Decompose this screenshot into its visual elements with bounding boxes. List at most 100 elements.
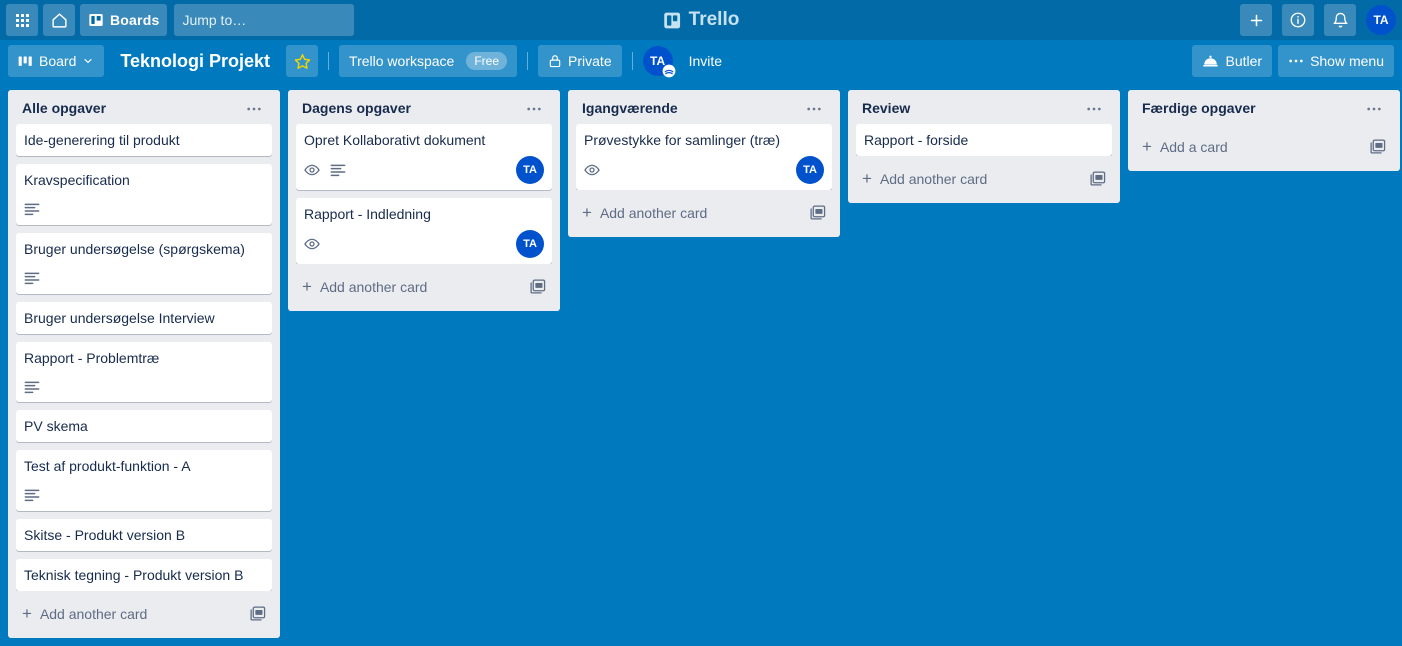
lock-icon	[549, 55, 561, 68]
bell-icon	[1332, 12, 1348, 27]
board-member-avatar[interactable]: TA	[642, 46, 676, 78]
card-title: Skitse - Produkt version B	[24, 527, 186, 543]
board-card[interactable]: Kravspecification	[16, 164, 272, 225]
workspace-button[interactable]: Trello workspace Free	[339, 45, 518, 77]
boards-button[interactable]: Boards	[80, 4, 168, 36]
card-member-avatar[interactable]: TA	[516, 156, 544, 184]
list-header: Dagens opgaver	[296, 98, 552, 124]
board-list: Alle opgaver Ide-generering til produkt …	[8, 90, 280, 638]
card-template-icon[interactable]	[1369, 138, 1386, 155]
card-template-icon[interactable]	[529, 278, 546, 295]
page-title[interactable]: Teknologi Projekt	[110, 45, 280, 77]
boards-label: Boards	[110, 12, 160, 28]
card-member-avatar[interactable]: TA	[796, 156, 824, 184]
add-card-label: Add another card	[319, 278, 428, 295]
show-menu-button[interactable]: Show menu	[1278, 45, 1394, 77]
list-title[interactable]: Dagens opgaver	[302, 100, 522, 116]
add-card-label: Add another card	[39, 605, 148, 622]
board-card[interactable]: Rapport - Indledning TA	[296, 198, 552, 264]
add-card-button[interactable]: + Add another card	[16, 597, 272, 630]
list-menu-button[interactable]	[802, 103, 826, 113]
card-template-icon[interactable]	[249, 605, 266, 622]
ellipsis-icon	[247, 107, 261, 111]
visibility-button[interactable]: Private	[538, 45, 622, 77]
list-header: Review	[856, 98, 1112, 124]
info-button[interactable]	[1282, 4, 1314, 36]
board-header-actions: Butler Show menu	[1192, 45, 1394, 77]
info-circle-icon	[1290, 12, 1306, 28]
header-divider-2	[527, 52, 529, 70]
board-card[interactable]: PV skema	[16, 410, 272, 443]
ellipsis-icon	[527, 107, 541, 111]
home-button[interactable]	[43, 4, 75, 36]
list-menu-button[interactable]	[242, 103, 266, 113]
board-card[interactable]: Bruger undersøgelse Interview	[16, 301, 272, 334]
card-badges: TA	[304, 156, 544, 184]
show-menu-label: Show menu	[1310, 53, 1384, 69]
add-card-label: Add another card	[599, 204, 708, 221]
card-title: Rapport - forside	[864, 132, 969, 148]
board-card[interactable]: Skitse - Produkt version B	[16, 519, 272, 551]
add-card-button[interactable]: + Add a card	[1136, 130, 1392, 163]
add-card-button[interactable]: + Add another card	[296, 270, 552, 303]
list-menu-button[interactable]	[1362, 103, 1386, 113]
board-lists-canvas: Alle opgaver Ide-generering til produkt …	[0, 82, 1402, 646]
board-header-bar: Board Teknologi Projekt Trello workspace…	[0, 40, 1402, 82]
card-template-icon[interactable]	[809, 204, 826, 221]
list-menu-button[interactable]	[522, 103, 546, 113]
apps-grid-icon[interactable]	[6, 4, 38, 36]
search-input[interactable]	[182, 12, 364, 28]
board-list: Review Rapport - forside + Add another c…	[848, 90, 1120, 203]
card-badges	[24, 374, 264, 400]
card-badges: TA	[584, 156, 824, 184]
visibility-label: Private	[568, 53, 612, 69]
description-icon	[24, 488, 40, 502]
add-card-button[interactable]: + Add another card	[576, 196, 832, 229]
list-cards: Ide-generering til produkt Kravspecifica…	[16, 124, 272, 591]
notifications-button[interactable]	[1324, 4, 1356, 36]
plus-icon: +	[22, 603, 32, 623]
description-icon	[24, 271, 40, 285]
board-icon	[89, 14, 103, 26]
plan-badge: Free	[466, 52, 508, 70]
list-title[interactable]: Færdige opgaver	[1142, 100, 1362, 116]
add-button[interactable]	[1240, 4, 1272, 36]
star-board-button[interactable]	[286, 45, 319, 77]
list-title[interactable]: Igangværende	[582, 100, 802, 116]
board-card[interactable]: Test af produkt-funktion - A	[16, 450, 272, 511]
top-navigation-bar: Boards Trello	[0, 0, 1402, 40]
board-card[interactable]: Ide-generering til produkt	[16, 124, 272, 156]
butler-button[interactable]: Butler	[1192, 45, 1273, 77]
board-card[interactable]: Opret Kollaborativt dokument TA	[296, 124, 552, 190]
list-title[interactable]: Review	[862, 100, 1082, 116]
card-title: Test af produkt-funktion - A	[24, 458, 191, 475]
trello-brand-logo[interactable]: Trello	[663, 9, 739, 31]
star-icon	[294, 53, 310, 69]
add-card-label: Add another card	[879, 170, 988, 187]
avatar-badge-icon	[662, 64, 676, 78]
board-card[interactable]: Prøvestykke for samlinger (træ) TA	[576, 124, 832, 190]
card-title: PV skema	[24, 418, 88, 435]
board-list: Igangværende Prøvestykke for samlinger (…	[568, 90, 840, 237]
list-menu-button[interactable]	[1082, 103, 1106, 113]
card-title: Bruger undersøgelse (spørgskema)	[24, 240, 245, 257]
card-template-icon[interactable]	[1089, 170, 1106, 187]
add-card-button[interactable]: + Add another card	[856, 162, 1112, 195]
card-member-avatar[interactable]: TA	[516, 230, 544, 258]
user-avatar[interactable]: TA	[1366, 5, 1396, 35]
board-card[interactable]: Rapport - forside	[856, 124, 1112, 156]
board-list: Dagens opgaver Opret Kollaborativt dokum…	[288, 90, 560, 311]
board-card[interactable]: Rapport - Problemtræ	[16, 341, 272, 403]
board-view-switcher[interactable]: Board	[8, 45, 105, 77]
chevron-down-icon	[84, 58, 92, 64]
invite-button[interactable]: Invite	[679, 45, 732, 77]
card-title: Kravspecification	[24, 172, 130, 188]
description-icon	[330, 163, 346, 177]
card-title: Prøvestykke for samlinger (træ)	[584, 132, 781, 148]
header-divider-3	[631, 52, 633, 70]
workspace-label: Trello workspace	[349, 53, 455, 69]
search-box[interactable]	[174, 4, 364, 36]
list-title[interactable]: Alle opgaver	[22, 100, 242, 116]
board-card[interactable]: Bruger undersøgelse (spørgskema)	[16, 232, 272, 294]
board-card[interactable]: Teknisk tegning - Produkt version B	[16, 559, 272, 591]
